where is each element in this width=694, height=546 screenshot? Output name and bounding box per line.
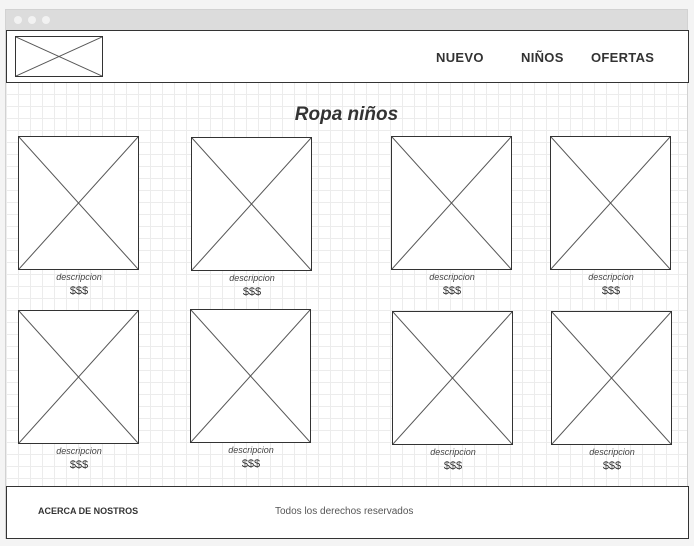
window-dot-icon bbox=[28, 16, 36, 24]
product-description: descripcion bbox=[56, 446, 102, 456]
nav-item-nuevo[interactable]: NUEVO bbox=[436, 50, 484, 65]
product-card[interactable]: descripcion $$$ bbox=[18, 310, 140, 471]
product-image-placeholder-icon[interactable] bbox=[18, 310, 139, 444]
product-description: descripcion bbox=[229, 273, 275, 283]
page-title: Ropa niños bbox=[294, 104, 399, 125]
product-image-placeholder-icon[interactable] bbox=[391, 136, 512, 270]
site-header: NUEVO NIÑOS OFERTAS bbox=[6, 30, 689, 83]
site-footer: ACERCA DE NOSTROS Todos los derechos res… bbox=[6, 486, 689, 539]
product-description: descripcion bbox=[429, 272, 475, 282]
product-price: $$$ bbox=[442, 285, 462, 297]
logo-placeholder-icon[interactable] bbox=[15, 36, 103, 77]
product-card[interactable]: descripcion $$$ bbox=[391, 136, 513, 297]
product-price: $$$ bbox=[443, 460, 463, 472]
product-card[interactable]: descripcion $$$ bbox=[191, 137, 313, 298]
product-card[interactable]: descripcion $$$ bbox=[190, 309, 312, 470]
product-card[interactable]: descripcion $$$ bbox=[551, 311, 673, 472]
product-price: $$$ bbox=[69, 285, 89, 297]
product-card[interactable]: descripcion $$$ bbox=[18, 136, 140, 297]
product-price: $$$ bbox=[69, 459, 89, 471]
window-titlebar bbox=[6, 10, 687, 30]
product-price: $$$ bbox=[241, 458, 261, 470]
product-price: $$$ bbox=[242, 286, 262, 298]
product-price: $$$ bbox=[601, 285, 621, 297]
product-card[interactable]: descripcion $$$ bbox=[392, 311, 514, 472]
window-dot-icon bbox=[14, 16, 22, 24]
product-description: descripcion bbox=[56, 272, 102, 282]
nav-item-ofertas[interactable]: OFERTAS bbox=[591, 50, 654, 65]
window-dot-icon bbox=[42, 16, 50, 24]
product-price: $$$ bbox=[602, 460, 622, 472]
product-image-placeholder-icon[interactable] bbox=[191, 137, 312, 271]
product-description: descripcion bbox=[430, 447, 476, 457]
product-image-placeholder-icon[interactable] bbox=[550, 136, 671, 270]
product-card[interactable]: descripcion $$$ bbox=[550, 136, 672, 297]
product-description: descripcion bbox=[589, 447, 635, 457]
product-image-placeholder-icon[interactable] bbox=[18, 136, 139, 270]
browser-window: NUEVO NIÑOS OFERTAS Ropa niños descripci… bbox=[5, 9, 689, 539]
product-image-placeholder-icon[interactable] bbox=[551, 311, 672, 445]
product-description: descripcion bbox=[228, 445, 274, 455]
product-description: descripcion bbox=[588, 272, 634, 282]
product-image-placeholder-icon[interactable] bbox=[392, 311, 513, 445]
about-us-link[interactable]: ACERCA DE NOSTROS bbox=[38, 506, 138, 516]
nav-item-ninos[interactable]: NIÑOS bbox=[521, 50, 564, 65]
copyright-text: Todos los derechos reservados bbox=[275, 506, 414, 517]
product-image-placeholder-icon[interactable] bbox=[190, 309, 311, 443]
